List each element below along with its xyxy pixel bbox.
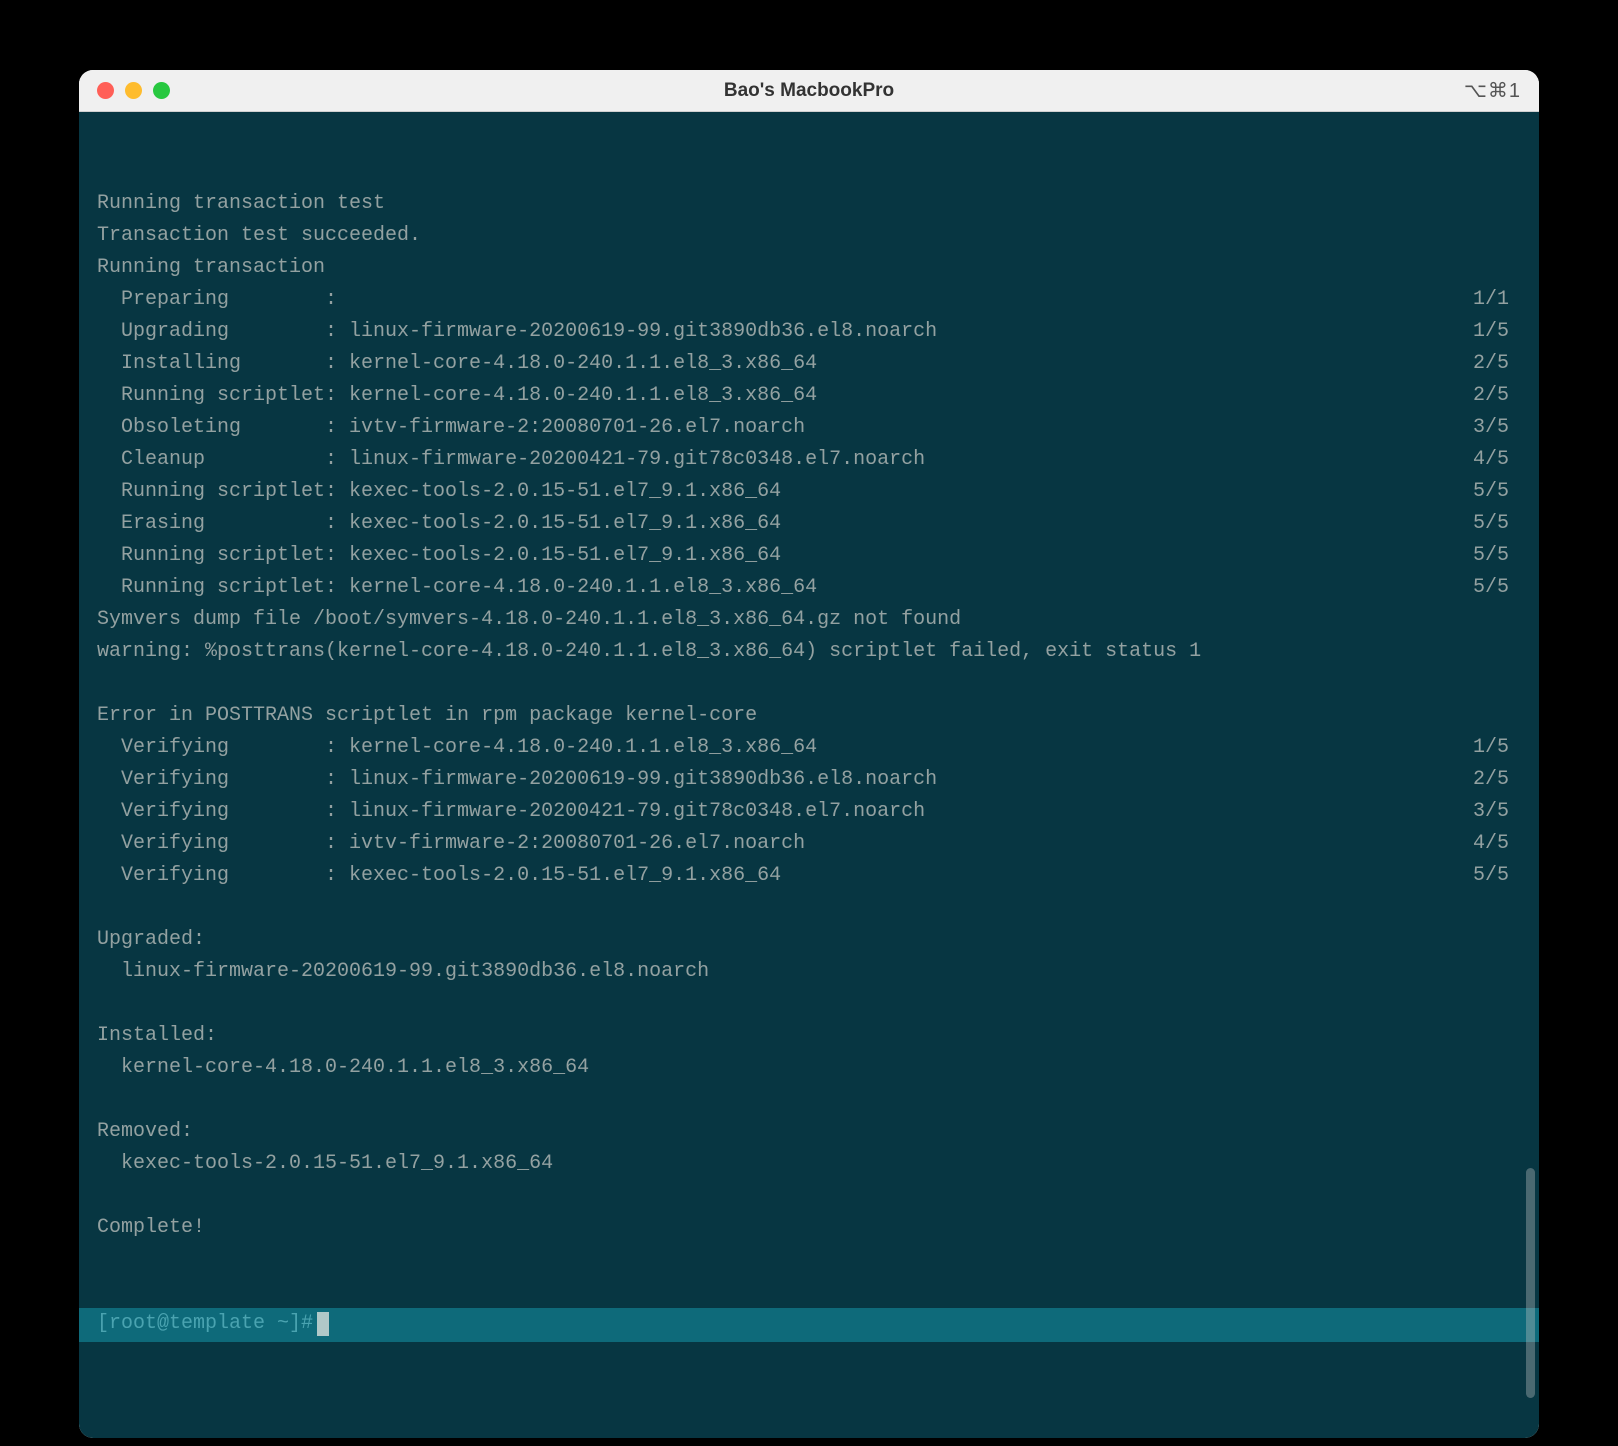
- line-counter: 4/5: [1473, 444, 1521, 476]
- terminal-line: Removed:: [97, 1116, 1521, 1148]
- line-text: kexec-tools-2.0.15-51.el7_9.1.x86_64: [97, 1148, 553, 1180]
- line-counter: 1/1: [1473, 284, 1521, 316]
- line-counter: 4/5: [1473, 828, 1521, 860]
- line-counter: 2/5: [1473, 764, 1521, 796]
- line-text: [97, 1084, 109, 1116]
- line-text: warning: %posttrans(kernel-core-4.18.0-2…: [97, 636, 1201, 668]
- line-text: [97, 1180, 109, 1212]
- line-counter: 5/5: [1473, 572, 1521, 604]
- terminal-line: Running scriptlet: kexec-tools-2.0.15-51…: [97, 476, 1521, 508]
- line-text: Upgrading : linux-firmware-20200619-99.g…: [97, 316, 937, 348]
- line-text: Verifying : kexec-tools-2.0.15-51.el7_9.…: [97, 860, 781, 892]
- terminal-line: Preparing : 1/1: [97, 284, 1521, 316]
- terminal-line: Cleanup : linux-firmware-20200421-79.git…: [97, 444, 1521, 476]
- line-text: Symvers dump file /boot/symvers-4.18.0-2…: [97, 604, 961, 636]
- line-counter: 5/5: [1473, 540, 1521, 572]
- terminal-line: warning: %posttrans(kernel-core-4.18.0-2…: [97, 636, 1521, 668]
- line-counter: 1/5: [1473, 316, 1521, 348]
- line-text: Running scriptlet: kernel-core-4.18.0-24…: [97, 380, 817, 412]
- close-icon[interactable]: [97, 82, 114, 99]
- terminal-line: kexec-tools-2.0.15-51.el7_9.1.x86_64: [97, 1148, 1521, 1180]
- line-text: [97, 668, 109, 700]
- cursor-icon: [317, 1312, 329, 1336]
- prompt-line[interactable]: [root@template ~]#: [79, 1308, 1539, 1342]
- line-text: Running transaction test: [97, 188, 385, 220]
- terminal-line: [97, 1180, 1521, 1212]
- line-text: Transaction test succeeded.: [97, 220, 421, 252]
- traffic-lights: [79, 82, 170, 99]
- line-counter: 5/5: [1473, 508, 1521, 540]
- line-text: [97, 988, 109, 1020]
- line-text: kernel-core-4.18.0-240.1.1.el8_3.x86_64: [97, 1052, 589, 1084]
- terminal-line: kernel-core-4.18.0-240.1.1.el8_3.x86_64: [97, 1052, 1521, 1084]
- terminal-line: Symvers dump file /boot/symvers-4.18.0-2…: [97, 604, 1521, 636]
- terminal-line: Verifying : ivtv-firmware-2:20080701-26.…: [97, 828, 1521, 860]
- line-text: Complete!: [97, 1212, 205, 1244]
- terminal-line: Erasing : kexec-tools-2.0.15-51.el7_9.1.…: [97, 508, 1521, 540]
- line-text: Running scriptlet: kexec-tools-2.0.15-51…: [97, 476, 781, 508]
- line-text: Installing : kernel-core-4.18.0-240.1.1.…: [97, 348, 817, 380]
- line-counter: 5/5: [1473, 476, 1521, 508]
- terminal-line: Verifying : kexec-tools-2.0.15-51.el7_9.…: [97, 860, 1521, 892]
- terminal-line: Verifying : linux-firmware-20200619-99.g…: [97, 764, 1521, 796]
- terminal-line: Upgrading : linux-firmware-20200619-99.g…: [97, 316, 1521, 348]
- window-shortcut: ⌥⌘1: [1464, 78, 1521, 103]
- terminal-window: Bao's MacbookPro ⌥⌘1 Running transaction…: [79, 70, 1539, 1438]
- line-text: Error in POSTTRANS scriptlet in rpm pack…: [97, 700, 757, 732]
- terminal-line: [97, 988, 1521, 1020]
- line-text: Erasing : kexec-tools-2.0.15-51.el7_9.1.…: [97, 508, 781, 540]
- scrollbar-thumb[interactable]: [1526, 1168, 1535, 1398]
- terminal-line: Verifying : linux-firmware-20200421-79.g…: [97, 796, 1521, 828]
- line-text: Running transaction: [97, 252, 325, 284]
- line-text: Removed:: [97, 1116, 193, 1148]
- window-title: Bao's MacbookPro: [79, 80, 1539, 102]
- terminal-line: linux-firmware-20200619-99.git3890db36.e…: [97, 956, 1521, 988]
- line-counter: 2/5: [1473, 380, 1521, 412]
- prompt-text: [root@template ~]#: [97, 1308, 313, 1340]
- line-text: Verifying : kernel-core-4.18.0-240.1.1.e…: [97, 732, 817, 764]
- terminal-line: Running scriptlet: kernel-core-4.18.0-24…: [97, 380, 1521, 412]
- terminal-line: Installed:: [97, 1020, 1521, 1052]
- terminal-line: [97, 1084, 1521, 1116]
- terminal-line: Transaction test succeeded.: [97, 220, 1521, 252]
- line-text: Running scriptlet: kernel-core-4.18.0-24…: [97, 572, 817, 604]
- terminal-line: Installing : kernel-core-4.18.0-240.1.1.…: [97, 348, 1521, 380]
- line-counter: 3/5: [1473, 796, 1521, 828]
- terminal-line: Running scriptlet: kernel-core-4.18.0-24…: [97, 572, 1521, 604]
- line-counter: 1/5: [1473, 732, 1521, 764]
- terminal-line: Running scriptlet: kexec-tools-2.0.15-51…: [97, 540, 1521, 572]
- titlebar[interactable]: Bao's MacbookPro ⌥⌘1: [79, 70, 1539, 112]
- line-text: [97, 892, 109, 924]
- line-text: linux-firmware-20200619-99.git3890db36.e…: [97, 956, 709, 988]
- terminal-line: Upgraded:: [97, 924, 1521, 956]
- line-counter: 5/5: [1473, 860, 1521, 892]
- terminal-line: Running transaction: [97, 252, 1521, 284]
- terminal-line: Running transaction test: [97, 188, 1521, 220]
- line-counter: 3/5: [1473, 412, 1521, 444]
- line-text: Verifying : linux-firmware-20200421-79.g…: [97, 796, 925, 828]
- line-text: Installed:: [97, 1020, 217, 1052]
- line-text: Cleanup : linux-firmware-20200421-79.git…: [97, 444, 925, 476]
- line-text: Upgraded:: [97, 924, 205, 956]
- terminal-body[interactable]: Running transaction testTransaction test…: [79, 112, 1539, 1438]
- line-text: Obsoleting : ivtv-firmware-2:20080701-26…: [97, 412, 805, 444]
- line-counter: 2/5: [1473, 348, 1521, 380]
- terminal-line: Error in POSTTRANS scriptlet in rpm pack…: [97, 700, 1521, 732]
- maximize-icon[interactable]: [153, 82, 170, 99]
- line-text: Running scriptlet: kexec-tools-2.0.15-51…: [97, 540, 781, 572]
- line-text: Verifying : linux-firmware-20200619-99.g…: [97, 764, 937, 796]
- terminal-line: Obsoleting : ivtv-firmware-2:20080701-26…: [97, 412, 1521, 444]
- line-text: Preparing :: [97, 284, 337, 316]
- terminal-line: [97, 892, 1521, 924]
- terminal-line: Verifying : kernel-core-4.18.0-240.1.1.e…: [97, 732, 1521, 764]
- terminal-line: Complete!: [97, 1212, 1521, 1244]
- terminal-line: [97, 668, 1521, 700]
- minimize-icon[interactable]: [125, 82, 142, 99]
- line-text: Verifying : ivtv-firmware-2:20080701-26.…: [97, 828, 805, 860]
